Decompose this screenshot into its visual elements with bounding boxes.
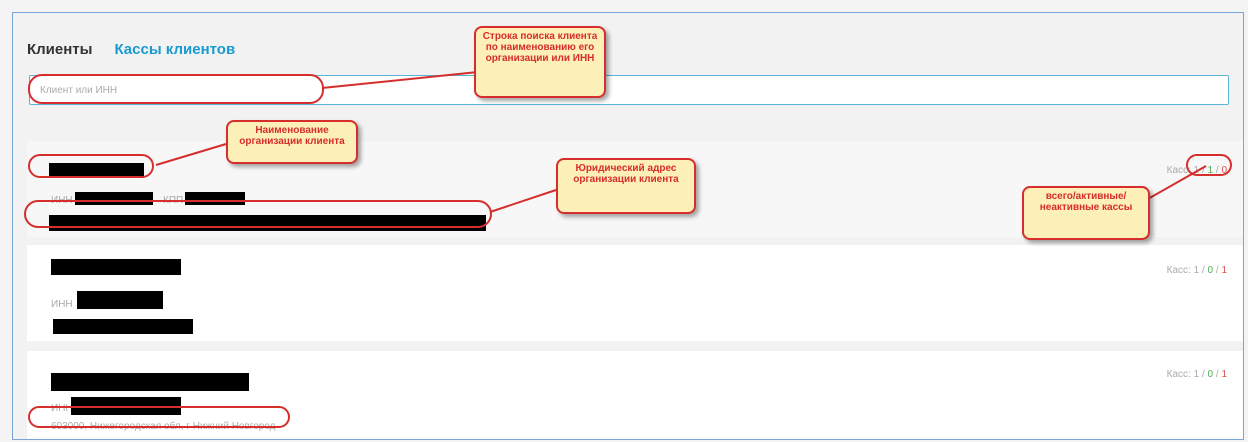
callout-kass: всего/активные/ неактивные кассы (1022, 186, 1150, 240)
client-name-redacted (51, 373, 249, 391)
kass-total: 1 (1193, 265, 1200, 276)
kass-label: Касс: (1166, 265, 1191, 276)
kass-total: 1 (1193, 369, 1200, 380)
tabs-bar: Клиенты Кассы клиентов (27, 41, 235, 58)
kass-inactive: 1 (1221, 369, 1227, 380)
highlight-name (28, 154, 154, 178)
tab-client-kkt[interactable]: Кассы клиентов (114, 41, 235, 58)
kass-inactive: 1 (1221, 265, 1227, 276)
client-card[interactable]: ИНН Касс: 1 / 0 / 1 (27, 245, 1243, 341)
kass-active: 0 (1207, 369, 1214, 380)
kass-active: 0 (1207, 265, 1214, 276)
callout-address: Юридический адрес организации клиента (556, 158, 696, 214)
highlight-kass (1186, 154, 1232, 176)
kass-counter: Касс: 1 / 0 / 1 (1166, 265, 1227, 276)
highlight-search (28, 74, 324, 104)
tab-clients[interactable]: Клиенты (27, 41, 92, 58)
highlight-address (24, 200, 492, 228)
callout-search: Строка поиска клиента по наименованию ег… (474, 26, 606, 98)
address-redacted (53, 319, 193, 334)
callout-name: Наименование организации клиента (226, 120, 358, 164)
inn-label: ИНН (51, 299, 73, 310)
kass-label: Касс: (1166, 369, 1191, 380)
client-name-redacted (51, 259, 181, 275)
kass-counter: Касс: 1 / 0 / 1 (1166, 369, 1227, 380)
inn-value-redacted (77, 291, 163, 309)
highlight-address-sample (28, 406, 290, 428)
